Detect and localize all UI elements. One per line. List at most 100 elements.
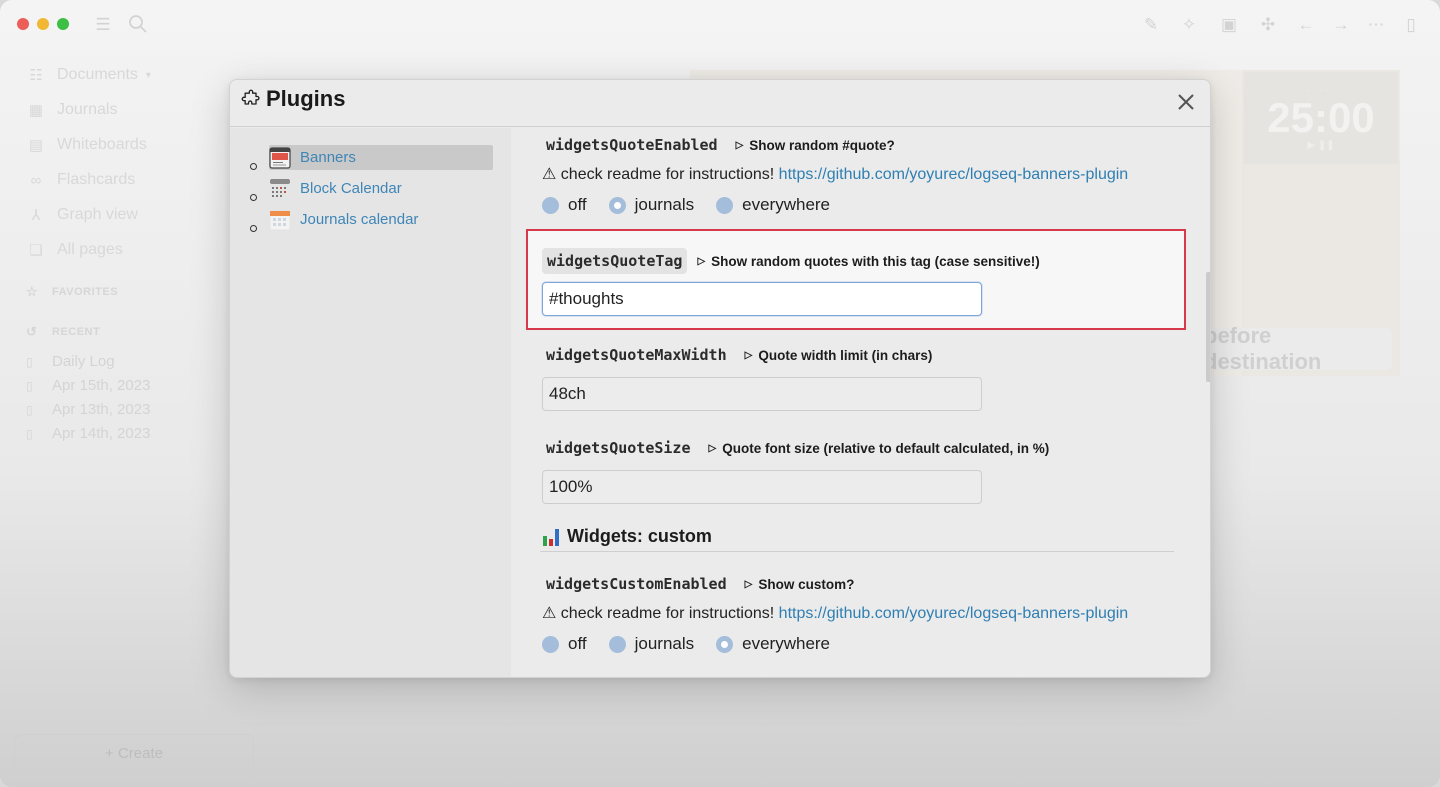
modal-header: Plugins (230, 80, 1210, 127)
radio-button[interactable] (716, 196, 734, 214)
recent-item[interactable]: ▯ Apr 14th, 2023 (26, 425, 150, 442)
modal-title: Plugins (266, 86, 346, 111)
plugin-item-banners: Banners (230, 145, 511, 176)
title-bar: ☰ ✎ ✧ ▣ ✣ ← → ⋯ ▯ (0, 0, 1440, 52)
whiteboard-icon: ▤ (28, 137, 44, 154)
radio-group: off journals everywhere (542, 634, 1192, 654)
banner-quote: before destination (1196, 323, 1392, 374)
window-minimize-button[interactable] (37, 18, 49, 30)
scrollbar-thumb[interactable] (1206, 272, 1210, 382)
radio-everywhere[interactable]: everywhere (716, 195, 830, 215)
radio-button-checked[interactable] (716, 635, 734, 653)
plugin-settings-pane: widgetsQuoteEnabled ▷ Show random #quote… (511, 128, 1210, 677)
readme-link[interactable]: https://github.com/yoyurec/logseq-banner… (779, 605, 1129, 622)
radio-button[interactable] (608, 635, 626, 653)
create-button[interactable]: + Create (14, 734, 254, 772)
block-calendar-plugin-icon (270, 178, 290, 197)
calendar-icon[interactable]: ▣ (1218, 14, 1240, 36)
pencil-icon[interactable]: ✎ (1140, 14, 1162, 36)
radio-button-checked[interactable] (608, 196, 626, 214)
left-sidebar: ☷ Documents ▾ ▦ Journals ▤ Whiteboards ∞… (0, 52, 268, 787)
sidebar-item-flashcards[interactable]: ∞ Flashcards (26, 167, 136, 193)
setting-key: widgetsQuoteMaxWidth (546, 346, 727, 364)
timer-value: 25:00 (1267, 94, 1375, 141)
journals-calendar-plugin-icon (269, 210, 291, 230)
close-icon[interactable] (1174, 90, 1198, 114)
graph-selector[interactable]: ☷ Documents ▾ (26, 62, 151, 88)
sidebar-item-journals[interactable]: ▦ Journals (26, 97, 118, 123)
graph-icon: ⅄ (31, 207, 41, 224)
disclosure-triangle-icon: ▷ (697, 255, 706, 267)
puzzle-icon (241, 89, 260, 105)
sidebar-item-all-pages[interactable]: ❏ All pages (26, 237, 123, 263)
setting-key: widgetsQuoteSize (546, 439, 691, 457)
radio-button[interactable] (542, 635, 559, 653)
plugins-modal: Plugins Banners Block Calendar Journals … (229, 79, 1211, 678)
recent-item[interactable]: ▯ Apr 13th, 2023 (26, 401, 150, 418)
quote-tag-input[interactable] (542, 282, 982, 316)
recent-section[interactable]: ↺ RECENT (26, 324, 100, 340)
setting-key: widgetsCustomEnabled (546, 575, 727, 593)
page-icon: ▯ (26, 378, 33, 393)
section-heading-widgets-custom: Widgets: custom (540, 522, 1174, 552)
arrow-right-icon[interactable]: → (1330, 14, 1352, 36)
setting-widgets-quote-max-width: widgetsQuoteMaxWidth ▷ Quote width limit… (542, 344, 1192, 411)
bullet (250, 194, 257, 201)
sidebar-item-graph-view[interactable]: ⅄ Graph view (26, 202, 138, 228)
radio-off[interactable]: off (542, 634, 587, 654)
disclosure-triangle-icon: ▷ (735, 139, 744, 151)
quote-size-input[interactable] (542, 470, 982, 504)
recent-item[interactable]: ▯ Apr 15th, 2023 (26, 377, 150, 394)
plugin-link-block-calendar[interactable]: Block Calendar (269, 176, 493, 201)
window-maximize-button[interactable] (57, 18, 69, 30)
favorites-section[interactable]: ☆ FAVORITES (26, 284, 118, 300)
plugin-item-block-calendar: Block Calendar (230, 176, 511, 207)
sidebar-item-whiteboards[interactable]: ▤ Whiteboards (26, 132, 147, 158)
readme-link[interactable]: https://github.com/yoyurec/logseq-banner… (779, 166, 1129, 183)
banners-plugin-icon (269, 146, 291, 169)
radio-journals[interactable]: journals (608, 634, 694, 654)
recent-item[interactable]: ▯ Daily Log (26, 353, 115, 370)
disclosure-triangle-icon: ▷ (708, 442, 717, 454)
arrow-left-icon[interactable]: ← (1295, 14, 1317, 36)
calendar-icon: ▦ (28, 102, 44, 119)
database-icon: ☷ (29, 67, 43, 84)
history-icon: ↺ (26, 324, 38, 339)
bullet (250, 225, 257, 232)
setting-description[interactable]: ▷ Show random quotes with this tag (case… (697, 254, 1039, 269)
search-icon[interactable] (127, 14, 149, 36)
radio-off[interactable]: off (542, 195, 587, 215)
setting-note: ⚠ check readme for instructions! https:/… (542, 166, 1129, 183)
plugin-item-journals-calendar: Journals calendar (230, 207, 511, 238)
setting-description[interactable]: ▷ Show custom? (745, 577, 855, 592)
timer-widget: · · · · · 25:00 ▶ ❚❚ (1244, 72, 1398, 164)
plugin-link-banners[interactable]: Banners (269, 145, 493, 170)
setting-description[interactable]: ▷ Quote font size (relative to default c… (709, 441, 1050, 456)
timer-controls: ▶ ❚❚ (1307, 140, 1335, 151)
radio-button[interactable] (542, 196, 559, 214)
setting-widgets-quote-tag: widgetsQuoteTag ▷ Show random quotes wit… (542, 248, 1192, 316)
radio-group: off journals everywhere (542, 195, 1192, 215)
page-icon: ▯ (26, 402, 33, 417)
puzzle-icon[interactable]: ✣ (1257, 14, 1279, 36)
chevron-down-icon: ▾ (145, 69, 151, 81)
more-icon[interactable]: ⋯ (1365, 14, 1387, 36)
radio-journals[interactable]: journals (608, 195, 694, 215)
bullet (250, 163, 257, 170)
setting-note: ⚠ check readme for instructions! https:/… (542, 605, 1129, 622)
quote-max-width-input[interactable] (542, 377, 982, 411)
setting-widgets-custom-enabled: widgetsCustomEnabled ▷ Show custom? ⚠ ch… (542, 573, 1192, 654)
radio-everywhere[interactable]: everywhere (716, 634, 830, 654)
bar-chart-icon (543, 528, 559, 546)
sidebar-toggle-icon[interactable]: ▯ (1400, 14, 1422, 36)
setting-description[interactable]: ▷ Show random #quote? (736, 138, 895, 153)
sparkle-icon[interactable]: ✧ (1178, 14, 1200, 36)
setting-key: widgetsQuoteEnabled (546, 136, 718, 154)
window-close-button[interactable] (17, 18, 29, 30)
setting-widgets-quote-enabled: widgetsQuoteEnabled ▷ Show random #quote… (542, 134, 1192, 215)
setting-description[interactable]: ▷ Quote width limit (in chars) (745, 348, 933, 363)
menu-icon[interactable]: ☰ (92, 14, 114, 36)
pages-icon: ❏ (29, 242, 43, 259)
star-icon: ☆ (26, 284, 39, 299)
plugin-link-journals-calendar[interactable]: Journals calendar (269, 207, 493, 232)
